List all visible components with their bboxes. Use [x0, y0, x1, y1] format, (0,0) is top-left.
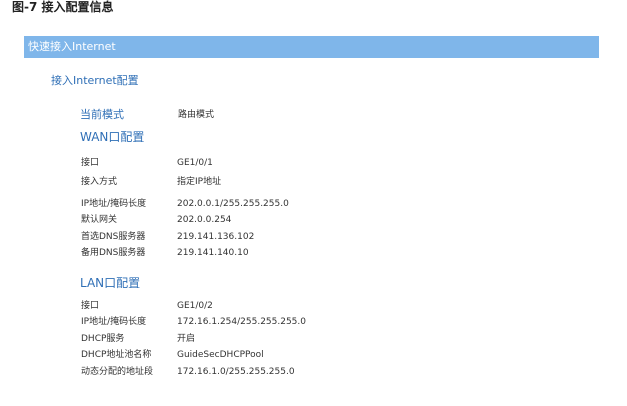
lan-row-value: GE1/0/2 [177, 301, 213, 311]
wan-row-value: 219.141.136.102 [177, 232, 255, 242]
current-mode-value: 路由模式 [178, 110, 215, 120]
section-title: 接入Internet配置 [51, 74, 139, 87]
wan-row-label: 首选DNS服务器 [81, 232, 146, 242]
lan-row-value: 开启 [177, 334, 196, 344]
wan-row-value: 219.141.140.10 [177, 248, 249, 258]
lan-row-value: 172.16.1.254/255.255.255.0 [177, 317, 306, 327]
lan-config-title: LAN口配置 [80, 276, 141, 290]
wan-config-title: WAN口配置 [80, 130, 145, 144]
wan-row-value: 指定IP地址 [177, 177, 222, 187]
lan-row-label: 接口 [81, 301, 100, 311]
wan-row-value: GE1/0/1 [177, 158, 213, 168]
wan-row-label: 接入方式 [81, 177, 118, 187]
quick-internet-access-banner: 快速接入Internet [24, 36, 599, 58]
lan-row-value: GuideSecDHCPPool [177, 350, 264, 360]
lan-row-label: IP地址/掩码长度 [81, 317, 147, 327]
wan-row-label: IP地址/掩码长度 [81, 199, 147, 209]
wan-row-label: 接口 [81, 158, 100, 168]
wan-row-value: 202.0.0.1/255.255.255.0 [177, 199, 289, 209]
wan-row-label: 备用DNS服务器 [81, 248, 146, 258]
lan-row-label: DHCP服务 [81, 334, 125, 344]
current-mode-label: 当前模式 [80, 108, 124, 121]
lan-row-label: 动态分配的地址段 [81, 367, 154, 377]
wan-row-label: 默认网关 [81, 215, 118, 225]
lan-row-label: DHCP地址池名称 [81, 350, 152, 360]
wan-row-value: 202.0.0.254 [177, 215, 232, 225]
figure-caption: 图-7 接入配置信息 [12, 0, 114, 14]
lan-row-value: 172.16.1.0/255.255.255.0 [177, 367, 295, 377]
